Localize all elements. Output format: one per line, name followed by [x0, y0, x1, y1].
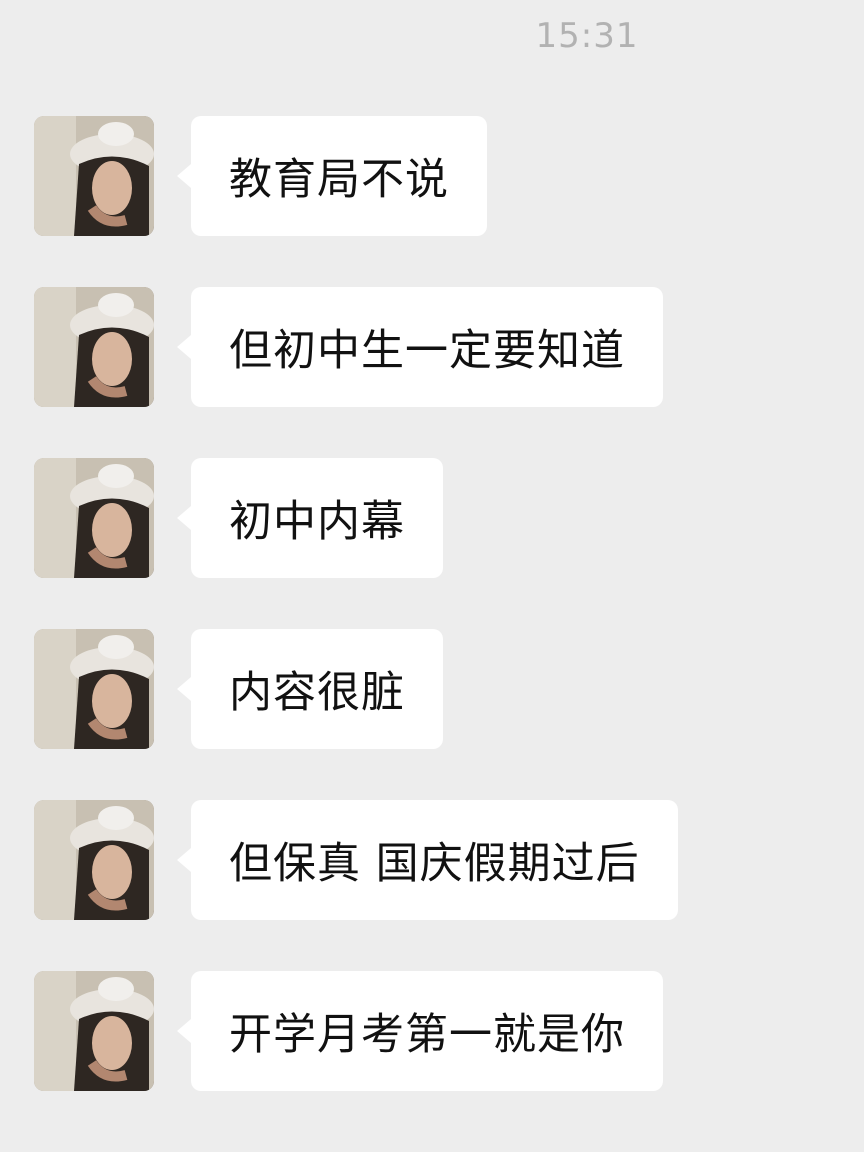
avatar-photo-icon — [34, 116, 154, 236]
message-text: 初中内幕 — [229, 497, 405, 547]
avatar[interactable] — [34, 629, 154, 749]
avatar[interactable] — [34, 116, 154, 236]
avatar-photo-icon — [34, 287, 154, 407]
message-text: 但保真 国庆假期过后 — [229, 839, 640, 889]
message-bubble[interactable]: 教育局不说 — [177, 116, 487, 236]
message-text: 内容很脏 — [229, 668, 405, 718]
message-bubble[interactable]: 但保真 国庆假期过后 — [177, 800, 678, 920]
avatar[interactable] — [34, 287, 154, 407]
message-bubble[interactable]: 初中内幕 — [177, 458, 443, 578]
message-text: 教育局不说 — [229, 155, 449, 205]
avatar-photo-icon — [34, 629, 154, 749]
avatar[interactable] — [34, 800, 154, 920]
avatar-photo-icon — [34, 458, 154, 578]
message-text: 开学月考第一就是你 — [229, 1010, 625, 1060]
message-bubble[interactable]: 内容很脏 — [177, 629, 443, 749]
message-bubble[interactable]: 开学月考第一就是你 — [177, 971, 663, 1091]
message-list: 教育局不说 但初中生一定要知道 初中内幕 内容很脏 但保真 国庆假期过后 开学月… — [0, 0, 864, 1152]
avatar-photo-icon — [34, 971, 154, 1091]
avatar[interactable] — [34, 971, 154, 1091]
message-text: 但初中生一定要知道 — [229, 326, 625, 376]
message-bubble[interactable]: 但初中生一定要知道 — [177, 287, 663, 407]
avatar-photo-icon — [34, 800, 154, 920]
avatar[interactable] — [34, 458, 154, 578]
